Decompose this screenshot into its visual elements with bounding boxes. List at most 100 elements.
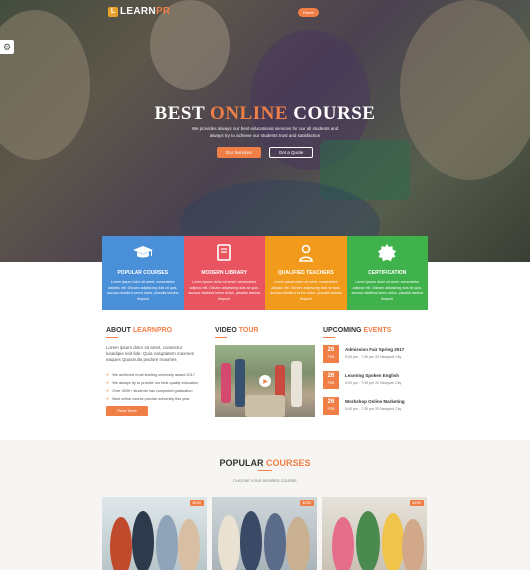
- list-item: ✔ Best online course provide university t…: [106, 395, 206, 403]
- course-photo-person: [382, 513, 404, 570]
- course-photo-person: [402, 519, 424, 570]
- feature-box[interactable]: CERTIFICATION Lorem ipsum dolor sit amet…: [346, 236, 428, 310]
- event-date: 26 FEB: [323, 371, 339, 389]
- event-info: 5:00 pm - 7:30 pm 20 Newyork City: [345, 381, 402, 385]
- play-button[interactable]: ▶: [259, 375, 271, 387]
- logo[interactable]: L LEARNPR: [108, 6, 170, 17]
- list-item: ✔ We achieved most leading university awa…: [106, 371, 206, 379]
- hero-subtitle: We provides always our best educational …: [191, 126, 339, 138]
- course-photo-person: [110, 517, 132, 570]
- about-divider: [106, 337, 118, 338]
- event-item[interactable]: 26 FEB Learning Spoken English 5:00 pm - …: [323, 371, 428, 389]
- list-item: ✔ Over 3000+ students has completed gradu…: [106, 387, 206, 395]
- course-photo-person: [286, 517, 310, 570]
- course-photo-person: [178, 519, 200, 570]
- feature-box[interactable]: MODERN LIBRARY Lorem ipsum dolor sit ame…: [183, 236, 265, 310]
- book-icon: [188, 242, 262, 264]
- events-heading: UPCOMING EVENTS: [323, 327, 391, 334]
- course-photo-person: [332, 517, 354, 570]
- feature-box[interactable]: POPULAR COURSES Lorem ipsum dolor sit am…: [102, 236, 184, 310]
- list-item-text: Best online course provide university th…: [112, 397, 190, 401]
- list-item-text: We achieved most leading university awar…: [112, 373, 195, 377]
- check-icon: ✔: [106, 380, 110, 385]
- nav-home[interactable]: Home: [298, 8, 319, 17]
- events-divider: [323, 337, 335, 338]
- feature-title: QUALIFIED TEACHERS: [277, 270, 334, 276]
- logo-mark-icon: L: [108, 6, 118, 17]
- course-photo-person: [240, 511, 262, 570]
- about-list: ✔ We achieved most leading university awa…: [106, 371, 206, 403]
- events-heading-b: EVENTS: [363, 327, 392, 334]
- feature-title: CERTIFICATION: [368, 270, 407, 276]
- logo-text-b: PR: [155, 6, 171, 17]
- popular-heading-a: POPULAR: [219, 458, 266, 468]
- video-heading: VIDEO TOUR: [215, 327, 258, 334]
- course-photo-person: [132, 511, 154, 570]
- event-info: 5:00 pm - 7:30 pm 20 Newyork City: [345, 355, 402, 359]
- hero-section: L LEARNPR Home ⚙ BEST ONLINE COURSE We p…: [0, 0, 530, 262]
- course-photo-person: [356, 511, 380, 570]
- video-heading-a: VIDEO: [215, 327, 239, 334]
- event-month: FEB: [327, 407, 335, 411]
- feature-text: Lorem ipsum dolor sit amet, consectetur …: [269, 280, 342, 301]
- feature-boxes: POPULAR COURSES Lorem ipsum dolor sit am…: [102, 236, 428, 310]
- event-item[interactable]: 26 FEB Admission Fair Spring 2017 5:00 pm…: [323, 345, 428, 363]
- event-day: 26: [327, 373, 335, 379]
- course-price: $290: [409, 500, 424, 506]
- site-header: L LEARNPR Home: [0, 6, 530, 20]
- feature-text: Lorem ipsum dolor sit amet, consectetur …: [351, 280, 423, 301]
- hero-buttons: Our Services Get a Quote: [0, 147, 530, 158]
- event-date: 26 FEB: [323, 397, 339, 415]
- about-heading-b: LEARNPRO: [132, 327, 173, 334]
- course-card[interactable]: $290: [102, 497, 207, 570]
- check-icon: ✔: [106, 388, 110, 393]
- event-month: FEB: [327, 381, 335, 385]
- hero-title: BEST ONLINE COURSE: [0, 103, 530, 125]
- read-more-button[interactable]: Read More: [106, 406, 148, 416]
- list-item-text: Over 3000+ students has completed gradua…: [112, 389, 193, 393]
- event-day: 26: [327, 347, 335, 353]
- course-card[interactable]: $290: [322, 497, 427, 570]
- video-photo-person: [221, 363, 231, 403]
- video-divider: [215, 337, 227, 338]
- feature-text: Lorem ipsum dolor sit amet, consectetur …: [188, 280, 260, 301]
- logo-text-a: LEARN: [120, 6, 156, 17]
- check-icon: ✔: [106, 396, 110, 401]
- popular-divider: [258, 470, 272, 471]
- feature-text: Lorem ipsum dolor sit amet, consectetur …: [106, 280, 179, 301]
- popular-heading-b: COURSES: [266, 458, 311, 468]
- course-photo-person: [218, 515, 240, 570]
- event-info: 5:00 pm - 7:30 pm 20 Newyork City: [345, 407, 402, 411]
- hero-title-a: BEST: [154, 103, 211, 124]
- about-heading-a: ABOUT: [106, 327, 133, 334]
- course-card[interactable]: $290: [212, 497, 317, 570]
- event-item[interactable]: 26 FEB Workshop Online Marketing 5:00 pm …: [323, 397, 428, 415]
- popular-heading: POPULAR COURSES: [0, 458, 530, 468]
- video-photo-person: [291, 361, 302, 407]
- hero-title-b: COURSE: [288, 103, 376, 124]
- event-title[interactable]: Workshop Online Marketing: [345, 399, 405, 404]
- list-item: ✔ We always try to provide our best quali…: [106, 379, 206, 387]
- settings-tab[interactable]: ⚙: [0, 40, 14, 54]
- course-price: $290: [189, 500, 204, 506]
- event-title[interactable]: Learning Spoken English: [345, 373, 399, 378]
- gear-icon: ⚙: [2, 41, 12, 52]
- about-text: Lorem ipsum dolor sit amet, consectur lu…: [106, 345, 195, 362]
- video-photo-path: [245, 395, 285, 417]
- graduation-cap-icon: [106, 242, 180, 264]
- play-icon: ▶: [263, 378, 268, 385]
- about-heading: ABOUT LEARNPRO: [106, 327, 172, 334]
- our-services-button[interactable]: Our Services: [216, 147, 261, 158]
- badge-icon: [351, 242, 425, 264]
- event-date: 26 FEB: [323, 345, 339, 363]
- hero-title-highlight: ONLINE: [210, 103, 289, 124]
- course-price: $290: [299, 500, 314, 506]
- feature-title: MODERN LIBRARY: [201, 270, 248, 276]
- feature-box[interactable]: QUALIFIED TEACHERS Lorem ipsum dolor sit…: [265, 236, 347, 310]
- get-quote-button[interactable]: Get a Quote: [268, 147, 314, 158]
- feature-title: POPULAR COURSES: [117, 270, 169, 276]
- event-title[interactable]: Admission Fair Spring 2017: [345, 347, 404, 352]
- popular-subtitle: CHOOSE YOUR DESIRED COURSE: [233, 479, 297, 483]
- video-thumbnail[interactable]: ▶: [215, 345, 315, 417]
- event-day: 26: [327, 399, 335, 405]
